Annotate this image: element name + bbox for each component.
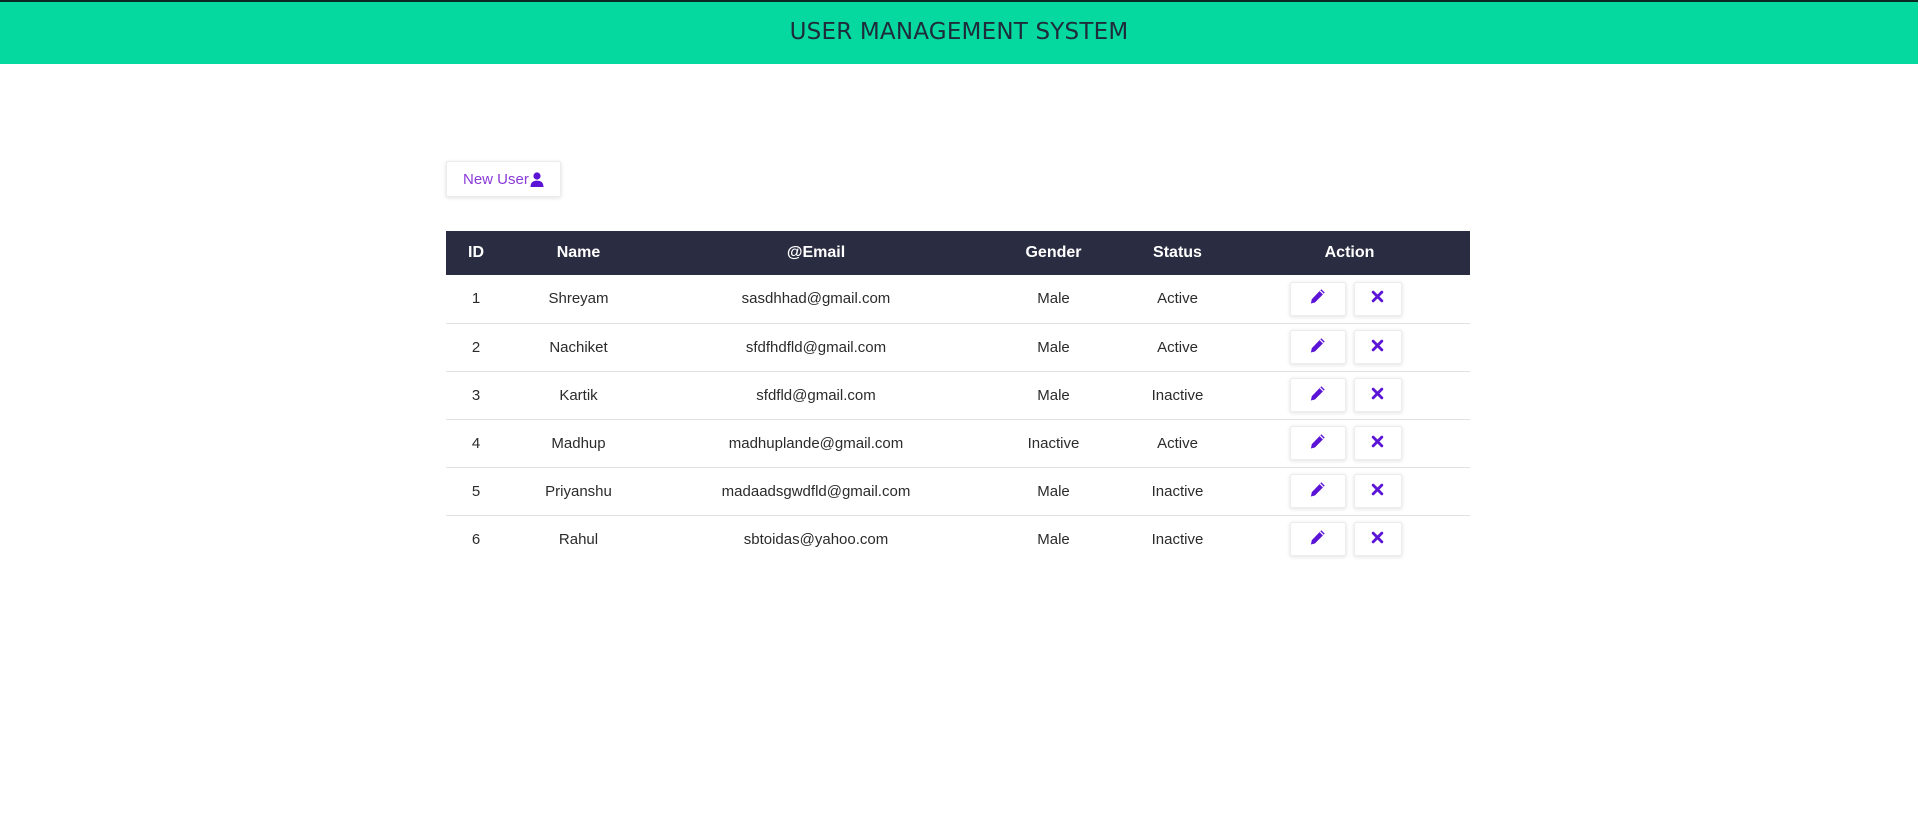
cell-name: Rahul [558, 530, 599, 548]
app-title: USER MANAGEMENT SYSTEM [789, 19, 1129, 45]
cell-gender: Male [1037, 530, 1070, 548]
cell-name: Madhup [551, 434, 606, 452]
users-table: ID Name @Email Gender Status Action 1 Shr… [446, 231, 1470, 563]
cell-action [1229, 275, 1470, 323]
cell-email: madhuplande@gmail.com [728, 434, 904, 452]
app-header: USER MANAGEMENT SYSTEM [0, 0, 1918, 64]
cell-status: Inactive [1151, 482, 1204, 500]
cell-id: 6 [471, 530, 481, 548]
cell-action [1229, 323, 1470, 371]
cell-gender: Male [1037, 386, 1070, 404]
row-actions [1225, 426, 1466, 460]
delete-button[interactable] [1353, 426, 1402, 460]
cell-name: Nachiket [549, 338, 608, 356]
delete-button[interactable] [1353, 330, 1402, 364]
close-icon [1371, 483, 1384, 500]
table-row: 3 Kartik sfdfld@gmail.com Male Inactive [446, 371, 1470, 419]
cell-gender: Inactive [1027, 434, 1080, 452]
edit-button[interactable] [1289, 522, 1346, 557]
cell-action [1229, 515, 1470, 563]
new-user-label: New User [463, 170, 529, 188]
cell-id: 3 [471, 386, 481, 404]
cell-gender: Male [1037, 482, 1070, 500]
cell-status: Inactive [1151, 386, 1204, 404]
edit-button[interactable] [1289, 330, 1346, 364]
delete-button[interactable] [1353, 281, 1402, 316]
table-row: 1 Shreyam sasdhhad@gmail.com Male Active [446, 275, 1470, 323]
table-row: 5 Priyanshu madaadsgwdfld@gmail.com Male Ina… [446, 467, 1470, 515]
edit-button[interactable] [1289, 474, 1346, 508]
new-user-button[interactable]: New User [446, 161, 561, 197]
column-header-email: @Email [786, 244, 846, 261]
pencil-icon [1309, 529, 1326, 550]
cell-gender: Male [1037, 290, 1070, 308]
pencil-icon [1309, 288, 1326, 309]
close-icon [1371, 290, 1384, 307]
pencil-icon [1309, 481, 1326, 502]
cell-action [1229, 371, 1470, 419]
delete-button[interactable] [1353, 522, 1402, 557]
cell-email: sfdfhdfld@gmail.com [745, 338, 887, 356]
row-actions [1225, 378, 1466, 412]
table-body: 1 Shreyam sasdhhad@gmail.com Male Active 2 Nac… [446, 275, 1470, 563]
cell-name: Priyanshu [545, 482, 612, 500]
column-header-action: Action [1324, 244, 1375, 261]
user-icon [530, 171, 544, 187]
edit-button[interactable] [1289, 378, 1346, 412]
pencil-icon [1309, 433, 1326, 454]
cell-status: Inactive [1151, 530, 1204, 548]
row-actions [1225, 281, 1466, 316]
close-icon [1371, 531, 1384, 548]
cell-id: 1 [471, 290, 481, 308]
row-actions [1225, 330, 1466, 364]
column-header-gender: Gender [1025, 244, 1082, 261]
cell-status: Active [1157, 338, 1198, 356]
cell-email: madaadsgwdfld@gmail.com [721, 482, 911, 500]
table-row: 2 Nachiket sfdfhdfld@gmail.com Male Active [446, 323, 1470, 371]
column-header-id: ID [468, 244, 484, 261]
cell-action [1229, 419, 1470, 467]
cell-name: Shreyam [548, 290, 609, 308]
column-header-name: Name [556, 244, 601, 261]
cell-action [1229, 467, 1470, 515]
delete-button[interactable] [1353, 474, 1402, 508]
close-icon [1371, 435, 1384, 452]
table-row: 4 Madhup madhuplande@gmail.com Inactive Acti… [446, 419, 1470, 467]
edit-button[interactable] [1289, 426, 1346, 460]
cell-id: 4 [471, 434, 481, 452]
close-icon [1371, 339, 1384, 356]
cell-id: 5 [471, 482, 481, 500]
pencil-icon [1309, 385, 1326, 406]
cell-status: Active [1157, 290, 1198, 308]
row-actions [1225, 474, 1466, 508]
pencil-icon [1309, 337, 1326, 358]
close-icon [1371, 387, 1384, 404]
table-header-row: ID Name @Email Gender Status Action [446, 231, 1470, 275]
cell-status: Active [1157, 434, 1198, 452]
row-actions [1225, 522, 1466, 557]
delete-button[interactable] [1353, 378, 1402, 412]
cell-email: sasdhhad@gmail.com [741, 290, 891, 308]
cell-name: Kartik [559, 386, 598, 404]
edit-button[interactable] [1289, 281, 1346, 316]
cell-email: sfdfld@gmail.com [756, 386, 876, 404]
cell-gender: Male [1037, 338, 1070, 356]
cell-id: 2 [471, 338, 481, 356]
column-header-status: Status [1153, 244, 1202, 261]
cell-email: sbtoidas@yahoo.com [743, 530, 889, 548]
table-row: 6 Rahul sbtoidas@yahoo.com Male Inactive [446, 515, 1470, 563]
